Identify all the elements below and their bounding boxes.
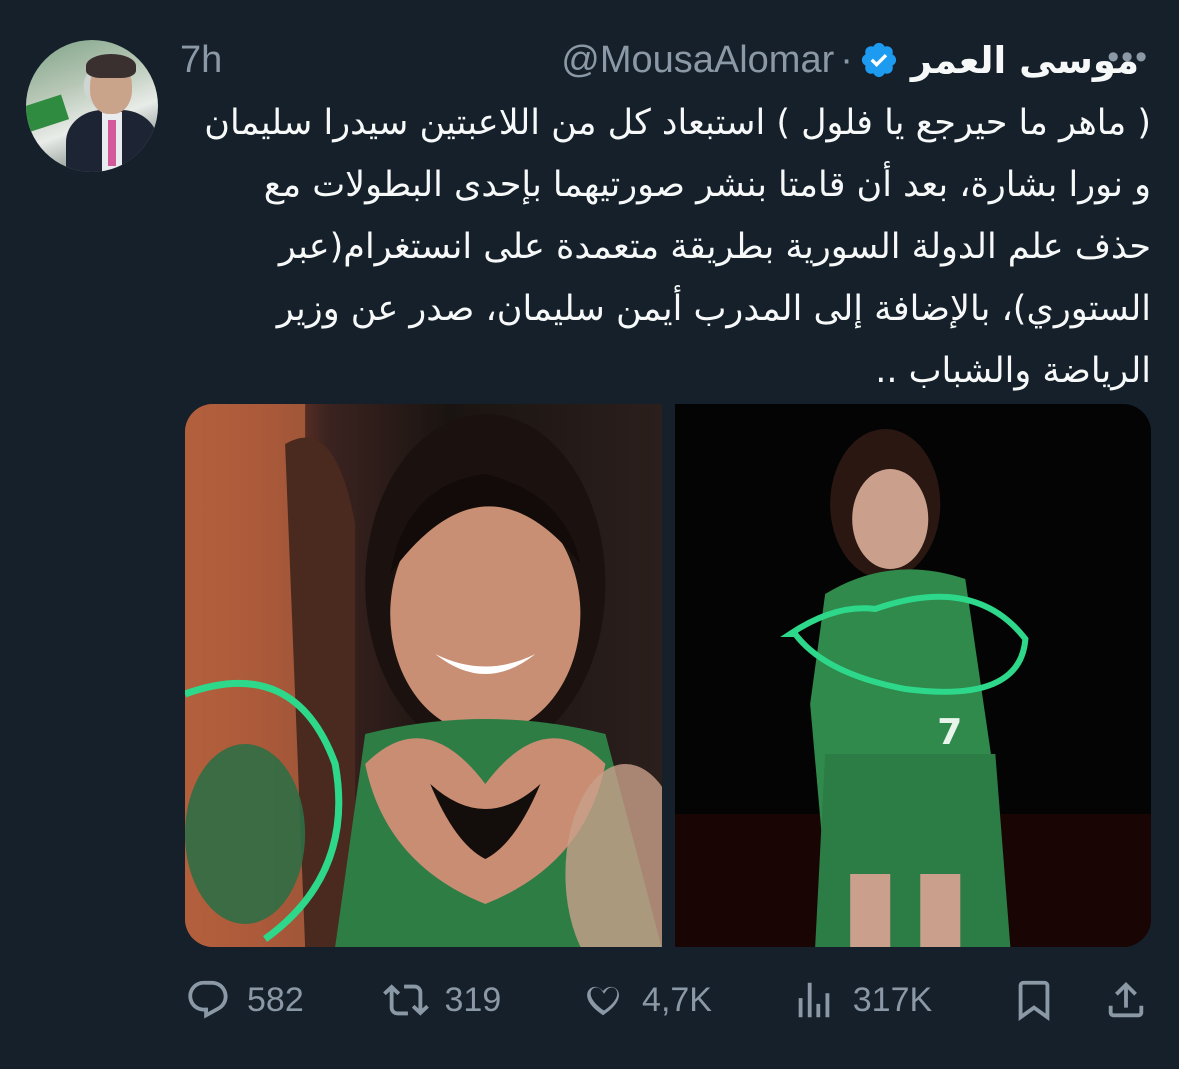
media-photo-left[interactable] (185, 404, 662, 947)
like-button[interactable]: 4,7K (580, 977, 712, 1023)
photo-left-illustration (185, 404, 662, 947)
more-options-icon[interactable]: ••• (1107, 38, 1149, 77)
media-photo-right[interactable]: 7 (674, 404, 1151, 947)
separator-dot: · (840, 38, 853, 81)
author-name[interactable]: موسى العمر (911, 39, 1139, 82)
reply-button[interactable]: 582 (185, 977, 304, 1023)
views-count: 317K (852, 980, 933, 1019)
repost-icon (382, 984, 429, 1016)
author-avatar[interactable] (26, 40, 158, 172)
share-icon[interactable] (1103, 977, 1149, 1023)
reply-icon (188, 980, 228, 1019)
svg-text:7: 7 (937, 712, 962, 753)
tweet-text: ( ماهر ما حيرجع يا فلول ) استبعاد كل من … (204, 103, 1151, 391)
reply-count: 582 (247, 980, 304, 1019)
tweet-timestamp[interactable]: 7h (180, 39, 222, 82)
repost-count: 319 (444, 980, 502, 1019)
tweet-actions: 582 319 4,7K 317K (185, 970, 1149, 1030)
heart-icon (587, 986, 619, 1016)
like-count: 4,7K (642, 980, 712, 1019)
secondary-actions (1011, 977, 1149, 1023)
verified-badge-icon[interactable] (859, 40, 899, 80)
bookmark-icon[interactable] (1011, 977, 1057, 1023)
tweet-header: 7h @MousaAlomar · موسى العمر (180, 34, 1149, 86)
tweet-media[interactable]: 7 (185, 404, 1151, 947)
photo-right-illustration: 7 (674, 429, 1151, 947)
views-button[interactable]: 317K (791, 977, 932, 1023)
author-handle[interactable]: @MousaAlomar (561, 39, 834, 82)
repost-button[interactable]: 319 (382, 977, 502, 1023)
views-chart-icon (798, 982, 830, 1018)
